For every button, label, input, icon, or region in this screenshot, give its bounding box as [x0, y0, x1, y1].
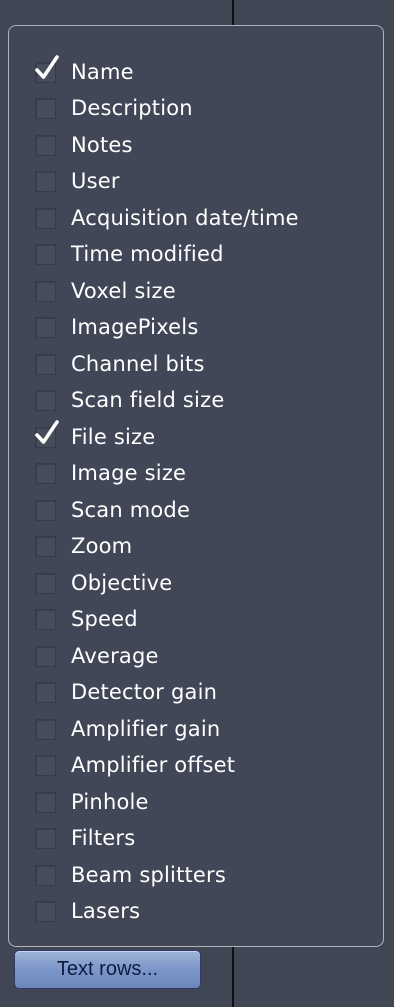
column-option-lasers[interactable]: Lasers	[35, 894, 299, 931]
column-option-label: Filters	[71, 826, 136, 851]
column-option-detector-gain[interactable]: Detector gain	[35, 675, 299, 712]
checkmark-icon	[35, 54, 59, 79]
checkbox[interactable]	[35, 755, 56, 777]
column-option-label: Acquisition date/time	[71, 205, 299, 230]
checkbox[interactable]	[35, 645, 56, 667]
column-option-time-modified[interactable]: Time modified	[35, 237, 299, 274]
checkbox[interactable]	[35, 864, 56, 886]
checkbox[interactable]	[35, 54, 59, 83]
checkbox[interactable]	[35, 682, 56, 704]
text-rows-button[interactable]: Text rows...	[14, 950, 201, 989]
column-option-file-size[interactable]: File size	[35, 419, 299, 456]
column-option-label: Image size	[71, 461, 187, 486]
column-option-label: Lasers	[71, 899, 141, 924]
column-option-filters[interactable]: Filters	[35, 821, 299, 858]
checkbox[interactable]	[35, 98, 56, 120]
column-option-label: Scan mode	[71, 497, 191, 522]
column-option-label: Time modified	[71, 242, 224, 267]
column-option-label: Voxel size	[71, 278, 176, 303]
checkbox[interactable]	[35, 207, 56, 229]
column-option-amplifier-offset[interactable]: Amplifier offset	[35, 748, 299, 785]
checkbox[interactable]	[35, 280, 56, 302]
column-option-label: File size	[71, 424, 156, 449]
column-option-pinhole[interactable]: Pinhole	[35, 784, 299, 821]
checkbox[interactable]	[35, 536, 56, 558]
column-option-label: Beam splitters	[71, 862, 227, 887]
column-option-label: Pinhole	[71, 789, 149, 814]
column-option-label: Average	[71, 643, 159, 668]
column-option-name[interactable]: Name	[35, 54, 299, 91]
checkbox[interactable]	[35, 718, 56, 740]
column-option-imagepixels[interactable]: ImagePixels	[35, 310, 299, 347]
column-option-label: Notes	[71, 132, 133, 157]
checkbox[interactable]	[35, 134, 56, 156]
column-option-channel-bits[interactable]: Channel bits	[35, 346, 299, 383]
checkbox[interactable]	[35, 390, 56, 412]
checkbox[interactable]	[35, 419, 59, 448]
column-option-label: Name	[71, 59, 134, 84]
checkbox[interactable]	[35, 463, 56, 485]
column-option-label: Channel bits	[71, 351, 205, 376]
column-option-label: Description	[71, 96, 193, 121]
checkmark-icon	[35, 419, 59, 444]
column-option-label: Speed	[71, 607, 138, 632]
column-option-notes[interactable]: Notes	[35, 127, 299, 164]
checkbox[interactable]	[35, 609, 56, 631]
column-option-objective[interactable]: Objective	[35, 565, 299, 602]
column-option-label: Amplifier offset	[71, 753, 236, 778]
checkbox[interactable]	[35, 901, 56, 923]
column-checkbox-list: Name Description Notes User Acquisition date…	[35, 54, 299, 930]
column-option-label: User	[71, 169, 120, 194]
column-option-label: Detector gain	[71, 680, 218, 705]
checkbox[interactable]	[35, 499, 56, 521]
column-option-zoom[interactable]: Zoom	[35, 529, 299, 566]
column-option-label: ImagePixels	[71, 315, 199, 340]
checkbox[interactable]	[35, 171, 56, 193]
checkbox[interactable]	[35, 572, 56, 594]
checkbox[interactable]	[35, 317, 56, 339]
column-option-speed[interactable]: Speed	[35, 602, 299, 639]
checkbox[interactable]	[35, 791, 56, 813]
column-option-label: Amplifier gain	[71, 716, 221, 741]
checkbox[interactable]	[35, 353, 56, 375]
checkbox[interactable]	[35, 244, 56, 266]
column-option-label: Objective	[71, 570, 173, 595]
column-option-average[interactable]: Average	[35, 638, 299, 675]
checkbox[interactable]	[35, 828, 56, 850]
column-option-voxel-size[interactable]: Voxel size	[35, 273, 299, 310]
column-option-scan-mode[interactable]: Scan mode	[35, 492, 299, 529]
column-options-panel: Name Description Notes User Acquisition date…	[8, 25, 384, 947]
column-option-scan-field-size[interactable]: Scan field size	[35, 383, 299, 420]
column-option-user[interactable]: User	[35, 164, 299, 201]
column-option-label: Scan field size	[71, 388, 225, 413]
column-option-label: Zoom	[71, 534, 133, 559]
column-option-amplifier-gain[interactable]: Amplifier gain	[35, 711, 299, 748]
column-option-description[interactable]: Description	[35, 91, 299, 128]
column-option-image-size[interactable]: Image size	[35, 456, 299, 493]
column-option-acquisition-date-time[interactable]: Acquisition date/time	[35, 200, 299, 237]
column-option-beam-splitters[interactable]: Beam splitters	[35, 857, 299, 894]
